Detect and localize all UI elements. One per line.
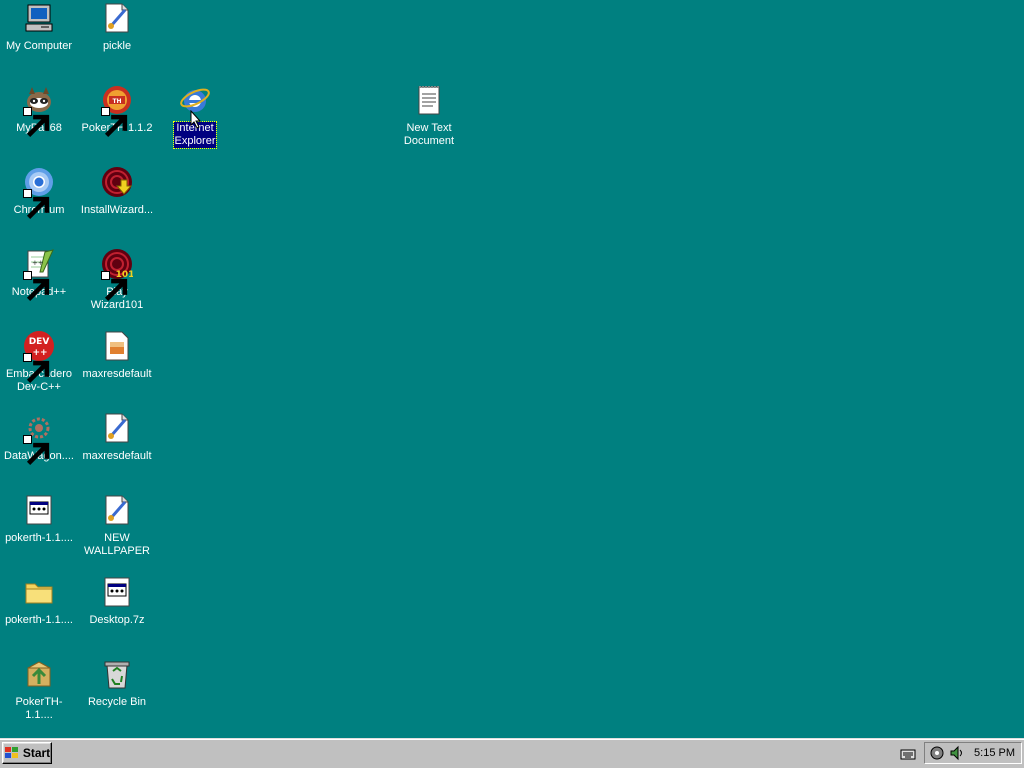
shortcut-arrow-icon [23, 189, 50, 220]
shortcut-arrow-icon [23, 435, 50, 466]
start-label: Start [22, 746, 51, 760]
desktop-icon-desktop-7z[interactable]: Desktop.7z [79, 576, 155, 627]
chromium-icon [23, 166, 55, 220]
svg-text:++: ++ [32, 259, 44, 267]
shortcut-arrow-icon [23, 107, 50, 138]
icon-label: maxresdefault [82, 368, 152, 380]
shortcut-arrow-icon [101, 271, 128, 302]
paint-document-icon [101, 2, 133, 34]
icon-label: New Text Document [403, 122, 455, 147]
datawagon-icon [23, 412, 55, 466]
mypal-icon [23, 84, 55, 138]
icon-label: NEW WALLPAPER [83, 532, 151, 557]
svg-text:DEV: DEV [29, 337, 50, 347]
desktop-icon-mypal[interactable]: MyPal 68 [1, 84, 77, 138]
clock[interactable]: 5:15 PM [974, 747, 1015, 759]
image-file-icon [101, 330, 133, 362]
archive-icon [101, 576, 133, 608]
icon-label: pokerth-1.1.... [5, 614, 73, 626]
desktop-icon-devcpp[interactable]: DEV ++ Embarcadero Dev-C++ [1, 330, 77, 394]
package-icon [23, 658, 55, 690]
desktop-icon-pickle[interactable]: pickle [79, 2, 155, 53]
desktop-icon-wizard101[interactable]: 101 Play Wizard101 [79, 248, 155, 312]
mouse-cursor-icon [190, 110, 202, 129]
icon-label: Recycle Bin [87, 696, 147, 708]
executable-icon [23, 494, 55, 526]
text-document-icon [413, 84, 445, 116]
start-button[interactable]: Start [2, 742, 52, 764]
install-wizard-icon [101, 166, 133, 198]
pokerth-icon: TH [101, 84, 133, 138]
wizard101-icon: 101 [101, 248, 133, 302]
desktop-icon-my-computer[interactable]: My Computer [1, 2, 77, 53]
notepadpp-icon: ++ [23, 248, 55, 302]
desktop-icon-installwizard[interactable]: InstallWizard... [79, 166, 155, 217]
desktop-icon-pokerth-package[interactable]: PokerTH-1.1.... [1, 658, 77, 722]
desktop-icon-maxresdefault-bmp[interactable]: maxresdefault [79, 412, 155, 463]
icon-label: My Computer [5, 40, 73, 52]
paint-document-icon [101, 494, 133, 526]
icon-label: InstallWizard... [80, 204, 154, 216]
network-icon[interactable] [929, 745, 945, 761]
desktop-icon-recycle-bin[interactable]: Recycle Bin [79, 658, 155, 709]
svg-text:TH: TH [112, 98, 121, 105]
system-tray: 5:15 PM [924, 742, 1022, 764]
devcpp-icon: DEV ++ [23, 330, 55, 384]
shortcut-arrow-icon [23, 353, 50, 384]
folder-icon [23, 576, 55, 608]
my-computer-icon [23, 2, 55, 34]
shortcut-arrow-icon [23, 271, 50, 302]
desktop-icon-notepadpp[interactable]: ++ Notepad++ [1, 248, 77, 302]
windows-logo-icon [4, 747, 18, 758]
icon-label: maxresdefault [82, 450, 152, 462]
shortcut-arrow-icon [101, 107, 128, 138]
desktop[interactable]: My Computer MyPal 68 Chromium ++ Notepad… [0, 0, 1024, 738]
icon-label: Desktop.7z [89, 614, 145, 626]
paint-document-icon [101, 412, 133, 444]
volume-icon[interactable] [949, 745, 965, 761]
keyboard-icon[interactable] [900, 747, 916, 761]
desktop-icon-chromium[interactable]: Chromium [1, 166, 77, 220]
desktop-icon-new-text-document[interactable]: New Text Document [391, 84, 467, 148]
desktop-icon-pokerth[interactable]: TH PokerTH 1.1.2 [79, 84, 155, 138]
icon-label: pickle [102, 40, 132, 52]
desktop-icon-datawagon[interactable]: DataWagon.... [1, 412, 77, 466]
icon-label: pokerth-1.1.... [5, 532, 73, 544]
desktop-icon-pokerth-installer[interactable]: pokerth-1.1.... [1, 494, 77, 545]
taskbar: Start 5:15 PM [0, 738, 1024, 768]
desktop-icon-maxresdefault-jpg[interactable]: maxresdefault [79, 330, 155, 381]
icon-label: PokerTH-1.1.... [15, 696, 63, 721]
desktop-icon-new-wallpaper[interactable]: NEW WALLPAPER [79, 494, 155, 558]
desktop-icon-pokerth-folder[interactable]: pokerth-1.1.... [1, 576, 77, 627]
recycle-bin-icon [101, 658, 133, 690]
